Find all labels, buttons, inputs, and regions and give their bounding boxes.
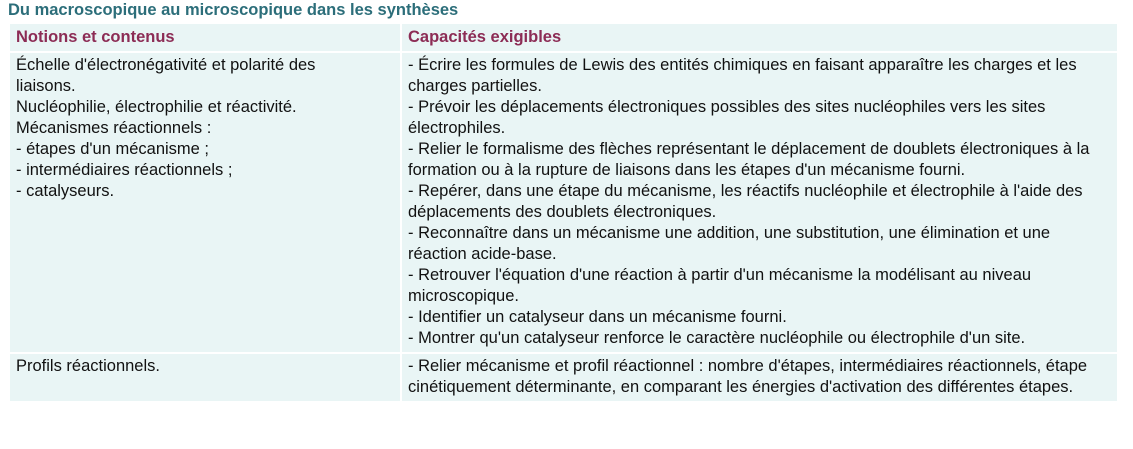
notion-line: - catalyseurs. <box>16 182 115 200</box>
capacite-item: - Relier mécanisme et profil réactionnel… <box>408 357 1088 396</box>
capacite-item: - Reconnaître dans un mécanisme une addi… <box>408 224 1051 263</box>
capacite-item: - Prévoir les déplacements électroniques… <box>408 98 1046 137</box>
table-row: Profils réactionnels. - Relier mécanisme… <box>10 354 1117 401</box>
notion-line: - étapes d'un mécanisme ; <box>16 140 209 158</box>
section-title: Du macroscopique au microscopique dans l… <box>8 1 459 19</box>
notion-line: Mécanismes réactionnels : <box>16 119 212 137</box>
header-notions: Notions et contenus <box>10 24 400 51</box>
notion-line: - intermédiaires réactionnels ; <box>16 161 233 179</box>
capacite-item: - Relier le formalisme des flèches repré… <box>408 140 1090 179</box>
capacite-item: - Repérer, dans une étape du mécanisme, … <box>408 182 1083 221</box>
capacites-cell: - Relier mécanisme et profil réactionnel… <box>402 354 1117 401</box>
capacites-cell: - Écrire les formules de Lewis des entit… <box>402 53 1117 352</box>
notions-cell: Échelle d'électronégativité et polarité … <box>10 53 400 352</box>
table-header-row: Notions et contenus Capacités exigibles <box>10 24 1117 51</box>
program-table: Notions et contenus Capacités exigibles … <box>8 22 1119 403</box>
capacite-item: - Retrouver l'équation d'une réaction à … <box>408 266 1032 305</box>
header-capacites: Capacités exigibles <box>402 24 1117 51</box>
capacite-item: - Identifier un catalyseur dans un mécan… <box>408 308 787 326</box>
page: Du macroscopique au microscopique dans l… <box>0 0 1133 449</box>
table-row: Échelle d'électronégativité et polarité … <box>10 53 1117 352</box>
notion-line: Échelle d'électronégativité et polarité … <box>16 56 316 74</box>
notion-line: liaisons. <box>16 77 76 95</box>
capacite-item: - Écrire les formules de Lewis des entit… <box>408 56 1077 95</box>
capacite-item: - Montrer qu'un catalyseur renforce le c… <box>408 329 1026 347</box>
notions-cell: Profils réactionnels. <box>10 354 400 401</box>
notion-line: Nucléophilie, électrophilie et réactivit… <box>16 98 297 116</box>
notion-line: Profils réactionnels. <box>16 357 160 375</box>
